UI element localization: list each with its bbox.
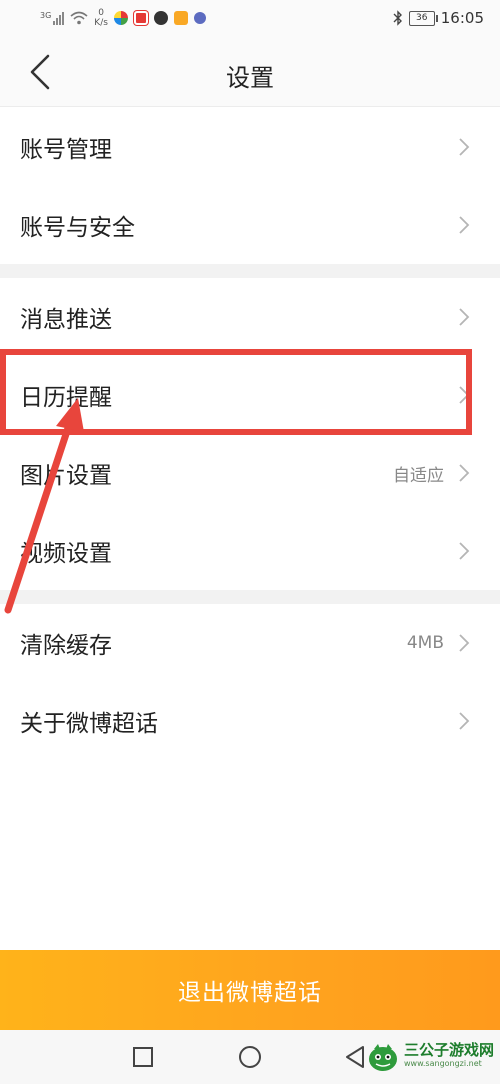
settings-item-account-security[interactable]: 账号与安全 xyxy=(0,186,500,264)
settings-item-label: 消息推送 xyxy=(20,307,112,333)
settings-item-value: 自适应 xyxy=(393,465,444,486)
logout-button[interactable]: 退出微博超话 xyxy=(0,950,500,1030)
chevron-right-icon xyxy=(459,712,470,730)
net-speed: 0 K/s xyxy=(94,8,108,28)
settings-item-about[interactable]: 关于微博超话 xyxy=(0,682,500,760)
clock: 16:05 xyxy=(440,9,484,27)
app-icon-dark xyxy=(153,11,168,25)
header: 设置 xyxy=(0,38,500,107)
settings-item-value: 4MB xyxy=(406,633,444,653)
settings-item-label: 图片设置 xyxy=(20,463,112,489)
mascot-logo-icon xyxy=(368,1044,397,1071)
battery-icon: 36 xyxy=(408,10,438,26)
settings-item-clear-cache[interactable]: 清除缓存 4MB xyxy=(0,604,500,682)
settings-item-label: 关于微博超话 xyxy=(20,711,158,737)
wifi-icon xyxy=(70,11,88,25)
settings-item-label: 视频设置 xyxy=(20,541,112,567)
app-icon-colorful xyxy=(113,11,128,25)
watermark-name: 三公子游戏网 xyxy=(403,1041,494,1059)
page-title: 设置 xyxy=(226,64,274,92)
chevron-right-icon xyxy=(459,138,470,156)
settings-item-image-settings[interactable]: 图片设置 自适应 xyxy=(0,434,500,512)
home-button[interactable] xyxy=(238,1045,262,1069)
settings-item-label: 日历提醒 xyxy=(20,385,112,411)
settings-item-label: 账号与安全 xyxy=(20,215,135,241)
network-type: 3G xyxy=(40,11,52,20)
net-speed-unit: K/s xyxy=(94,18,108,28)
chevron-right-icon xyxy=(459,634,470,652)
chevron-right-icon xyxy=(459,464,470,482)
app-icon-yellow xyxy=(173,11,188,25)
chevron-right-icon xyxy=(459,542,470,560)
watermark: 三公子游戏网 www.sangongzi.net xyxy=(366,1040,494,1074)
settings-item-push-notifications[interactable]: 消息推送 xyxy=(0,278,500,356)
status-bar: 3G 0 K/s 36 16:05 xyxy=(0,0,500,38)
settings-item-calendar-reminder[interactable]: 日历提醒 xyxy=(0,356,500,434)
chevron-right-icon xyxy=(459,216,470,234)
chevron-right-icon xyxy=(459,386,470,404)
settings-item-label: 清除缓存 xyxy=(20,633,112,659)
net-speed-value: 0 xyxy=(98,8,104,18)
signal-icon xyxy=(53,11,65,25)
settings-item-account-management[interactable]: 账号管理 xyxy=(0,108,500,186)
recents-button[interactable] xyxy=(132,1046,154,1068)
status-left: 3G 0 K/s xyxy=(40,8,206,28)
section-divider xyxy=(0,590,500,604)
watermark-text: 三公子游戏网 www.sangongzi.net xyxy=(404,1043,494,1071)
settings-item-video-settings[interactable]: 视频设置 xyxy=(0,512,500,590)
back-nav-button[interactable] xyxy=(344,1045,366,1069)
status-right: 36 16:05 xyxy=(393,9,484,27)
settings-item-label: 账号管理 xyxy=(20,137,112,163)
watermark-url: www.sangongzi.net xyxy=(403,1059,482,1068)
chevron-right-icon xyxy=(459,308,470,326)
music-icon xyxy=(193,12,206,24)
bluetooth-icon xyxy=(393,10,402,26)
section-divider xyxy=(0,264,500,278)
app-icon-red xyxy=(133,11,148,25)
